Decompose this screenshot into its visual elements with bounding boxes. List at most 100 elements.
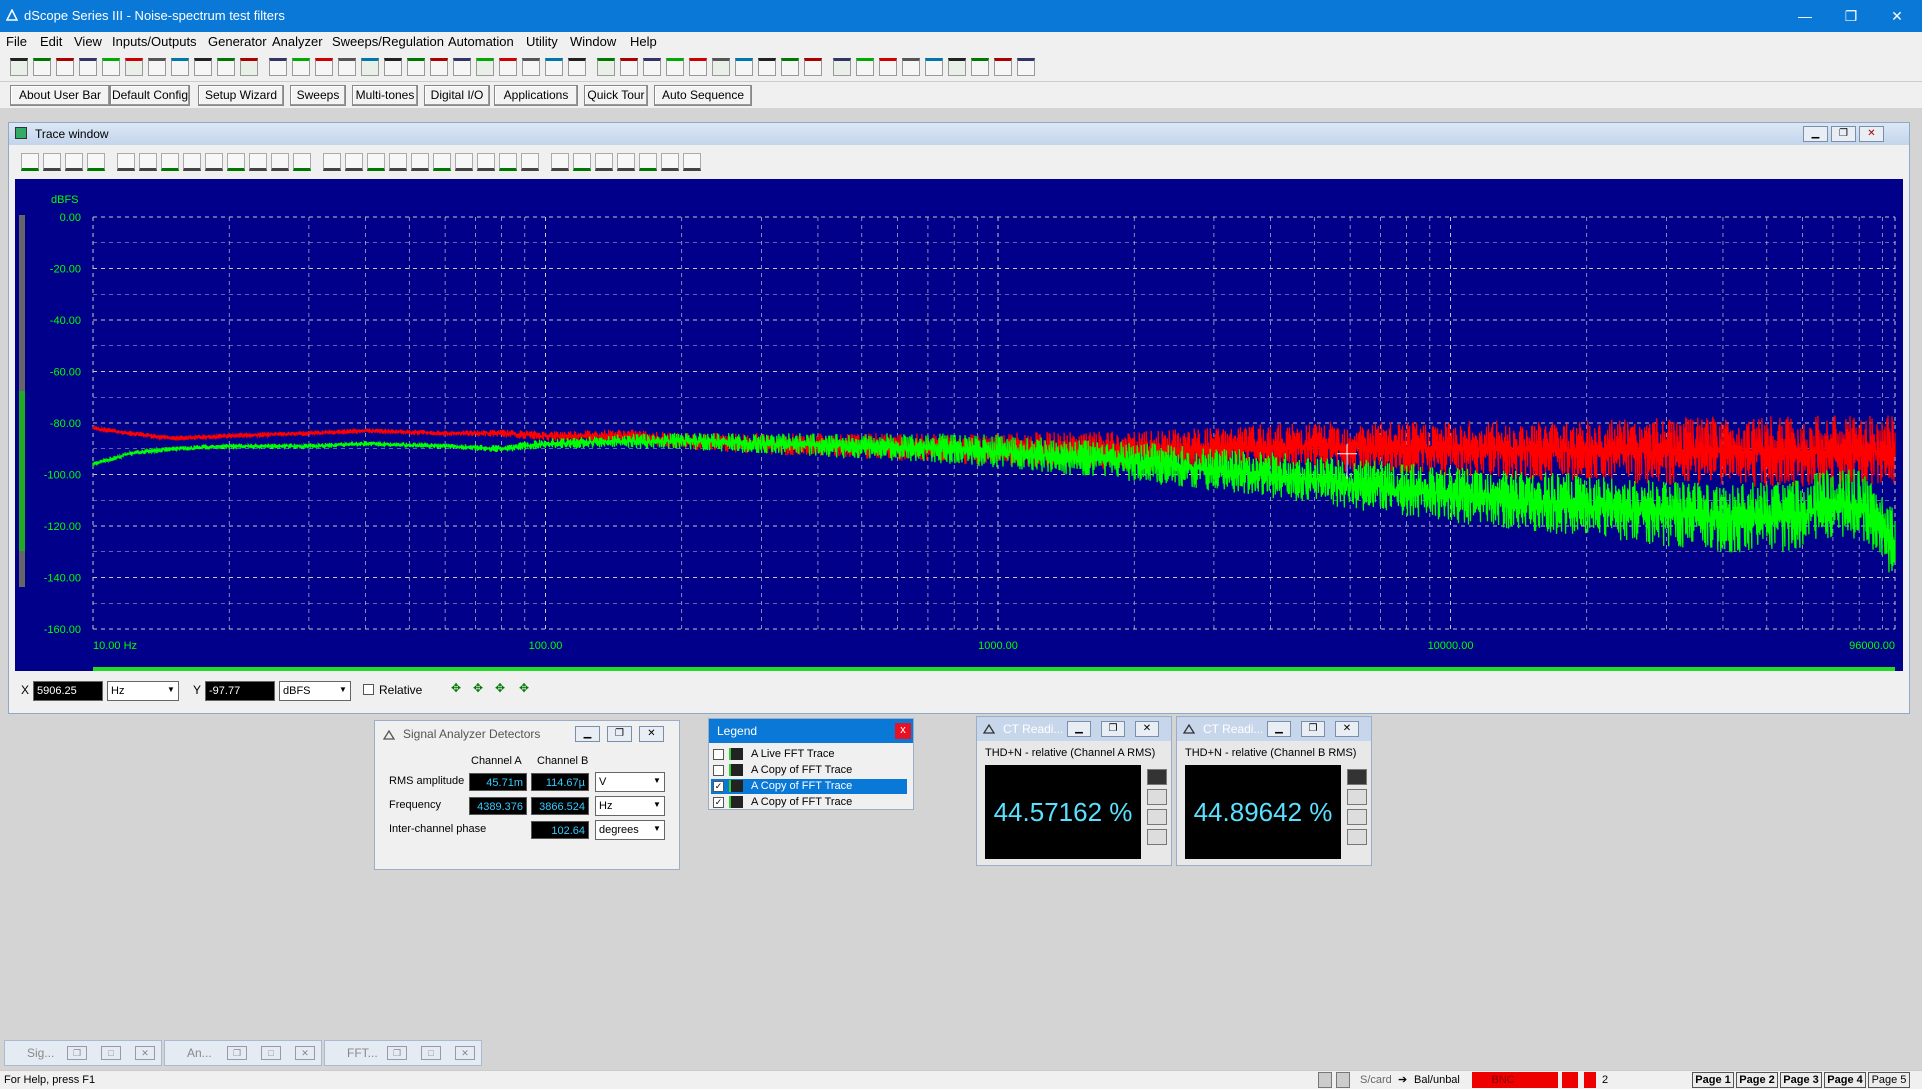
toolbar-tool-icon[interactable]: [522, 58, 540, 76]
trace-tool-icon[interactable]: [389, 153, 407, 171]
toolbar-tool-icon[interactable]: [148, 58, 166, 76]
trace-tool-icon[interactable]: [683, 153, 701, 171]
toolbar-tool-icon[interactable]: [994, 58, 1012, 76]
toolbar-tool-icon[interactable]: [758, 58, 776, 76]
toolbar-tool-icon[interactable]: [568, 58, 586, 76]
trace-tool-icon[interactable]: [139, 153, 157, 171]
detectors-restore-button[interactable]: ❐: [607, 726, 632, 742]
toolbar-tool-icon[interactable]: [1017, 58, 1035, 76]
legend-close-button[interactable]: x: [895, 723, 911, 739]
legend-item[interactable]: ✓ A Copy of FFT Trace: [711, 795, 907, 810]
menu-utility[interactable]: Utility: [526, 34, 558, 49]
trace-tool-icon[interactable]: [117, 153, 135, 171]
cursor-mark-icon[interactable]: ✥: [495, 681, 511, 697]
trace-restore-button[interactable]: ❐: [1831, 126, 1856, 142]
trace-tool-icon[interactable]: [551, 153, 569, 171]
trace-tool-icon[interactable]: [345, 153, 363, 171]
reading-a-close-button[interactable]: ✕: [1135, 721, 1159, 737]
page-4-button[interactable]: Page 4: [1824, 1072, 1866, 1088]
legend-titlebar[interactable]: Legend x: [709, 719, 913, 743]
toolbar-tool-icon[interactable]: [194, 58, 212, 76]
cursor-move-icon[interactable]: ✥: [451, 681, 467, 697]
trace-tool-icon[interactable]: [271, 153, 289, 171]
trace-tool-icon[interactable]: [65, 153, 83, 171]
legend-item[interactable]: A Copy of FFT Trace: [711, 763, 907, 778]
restore-icon[interactable]: ❐: [67, 1046, 87, 1060]
reading-chart-icon[interactable]: [1347, 809, 1367, 825]
close-icon[interactable]: ✕: [295, 1046, 315, 1060]
page-2-button[interactable]: Page 2: [1736, 1072, 1778, 1088]
restore-button[interactable]: ❐: [1828, 0, 1874, 32]
userbar-about-user-bar-button[interactable]: About User Bar: [10, 85, 110, 106]
reading-settings-icon[interactable]: [1347, 789, 1367, 805]
userbar-setup-wizard-button[interactable]: Setup Wizard: [198, 85, 284, 106]
trace-tool-icon[interactable]: [455, 153, 473, 171]
toolbar-tool-icon[interactable]: [453, 58, 471, 76]
page-5-button[interactable]: Page 5: [1868, 1072, 1910, 1088]
maximize-icon[interactable]: □: [261, 1046, 281, 1060]
userbar-auto-sequence-button[interactable]: Auto Sequence: [654, 85, 752, 106]
toolbar-tool-icon[interactable]: [499, 58, 517, 76]
toolbar-tool-icon[interactable]: [804, 58, 822, 76]
close-button[interactable]: ✕: [1874, 0, 1920, 32]
menu-analyzer[interactable]: Analyzer: [272, 34, 323, 49]
trace-tool-icon[interactable]: [161, 153, 179, 171]
toolbar-tool-icon[interactable]: [781, 58, 799, 76]
reading-a-minimize-button[interactable]: ▁: [1067, 721, 1091, 737]
toolbar-tool-icon[interactable]: [620, 58, 638, 76]
toolbar-tool-icon[interactable]: [269, 58, 287, 76]
legend-item[interactable]: A Live FFT Trace: [711, 747, 907, 762]
toolbar-tool-icon[interactable]: [361, 58, 379, 76]
fft-plot[interactable]: 0.00 -20.00 -40.00 -60.00 -80.00 -100.00 -120.…: [15, 179, 1903, 671]
minimized-sig-window[interactable]: Sig... ❐ □ ✕: [4, 1040, 162, 1066]
trace-tool-icon[interactable]: [499, 153, 517, 171]
trace-tool-icon[interactable]: [249, 153, 267, 171]
trace-tool-icon[interactable]: [411, 153, 429, 171]
trace-tool-icon[interactable]: [293, 153, 311, 171]
menu-automation[interactable]: Automation: [448, 34, 514, 49]
userbar-default-config-button[interactable]: Default Config: [110, 85, 190, 106]
reading-b-titlebar[interactable]: CT Readi... ▁ ❐ ✕: [1177, 717, 1371, 741]
close-icon[interactable]: ✕: [455, 1046, 475, 1060]
legend-checkbox[interactable]: ✓: [713, 797, 724, 808]
toolbar-tool-icon[interactable]: [102, 58, 120, 76]
trace-tool-icon[interactable]: [433, 153, 451, 171]
reading-b-minimize-button[interactable]: ▁: [1267, 721, 1291, 737]
toolbar-tool-icon[interactable]: [643, 58, 661, 76]
reading-display-icon[interactable]: [1347, 769, 1367, 785]
minimized-fft-window[interactable]: FFT... ❐ □ ✕: [324, 1040, 482, 1066]
menu-help[interactable]: Help: [630, 34, 657, 49]
reading-b-restore-button[interactable]: ❐: [1301, 721, 1325, 737]
menu-inputs-outputs[interactable]: Inputs/Outputs: [112, 34, 197, 49]
toolbar-tool-icon[interactable]: [597, 58, 615, 76]
trace-tool-icon[interactable]: [639, 153, 657, 171]
detectors-minimize-button[interactable]: ▁: [575, 726, 600, 742]
minimized-an-window[interactable]: An... ❐ □ ✕: [164, 1040, 322, 1066]
trace-close-button[interactable]: ✕: [1859, 126, 1884, 142]
legend-item[interactable]: ✓ A Copy of FFT Trace: [711, 779, 907, 794]
reading-chart-icon[interactable]: [1147, 809, 1167, 825]
toolbar-tool-icon[interactable]: [948, 58, 966, 76]
reading-arrows-icon[interactable]: [1147, 829, 1167, 845]
toolbar-tool-icon[interactable]: [171, 58, 189, 76]
trace-tool-icon[interactable]: [205, 153, 223, 171]
trace-tool-icon[interactable]: [21, 153, 39, 171]
toolbar-tool-icon[interactable]: [735, 58, 753, 76]
toolbar-tool-icon[interactable]: [879, 58, 897, 76]
cursor-lock-icon[interactable]: ✥: [519, 681, 535, 697]
trace-tool-icon[interactable]: [595, 153, 613, 171]
menu-view[interactable]: View: [74, 34, 102, 49]
toolbar-tool-icon[interactable]: [430, 58, 448, 76]
toolbar-tool-icon[interactable]: [407, 58, 425, 76]
reading-a-titlebar[interactable]: CT Readi... ▁ ❐ ✕: [977, 717, 1171, 741]
toolbar-tool-icon[interactable]: [856, 58, 874, 76]
reading-a-restore-button[interactable]: ❐: [1101, 721, 1125, 737]
toolbar-tool-icon[interactable]: [384, 58, 402, 76]
userbar-quick-tour-button[interactable]: Quick Tour: [584, 85, 648, 106]
trace-tool-icon[interactable]: [617, 153, 635, 171]
toolbar-tool-icon[interactable]: [338, 58, 356, 76]
minimize-button[interactable]: —: [1782, 0, 1828, 32]
reading-b-close-button[interactable]: ✕: [1335, 721, 1359, 737]
x-value-field[interactable]: 5906.25: [33, 681, 103, 701]
trace-tool-icon[interactable]: [477, 153, 495, 171]
